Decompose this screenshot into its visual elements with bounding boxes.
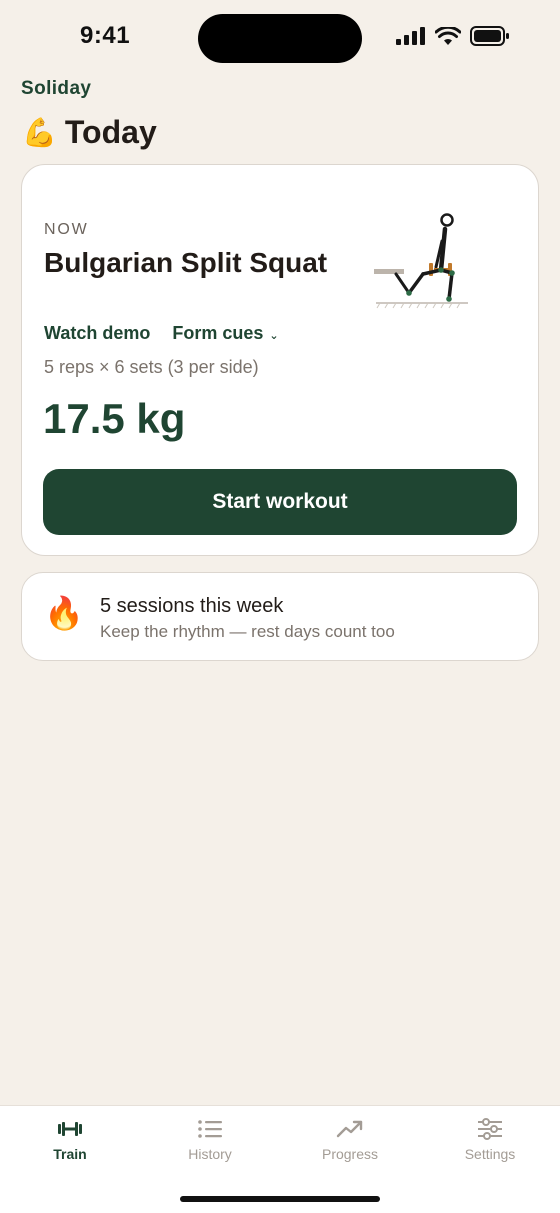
app-name: Soliday bbox=[21, 78, 92, 99]
status-icons bbox=[396, 26, 510, 46]
home-indicator[interactable] bbox=[180, 1196, 380, 1202]
screen: 9:41 Soliday 💪 Today NOW Bulgarian Split… bbox=[0, 0, 560, 1213]
watch-demo-link[interactable]: Watch demo bbox=[44, 323, 150, 344]
tab-history[interactable]: History bbox=[140, 1118, 280, 1178]
battery-icon bbox=[470, 26, 509, 46]
tab-train-label: Train bbox=[53, 1146, 87, 1162]
weight-value: 17.5 kg bbox=[43, 395, 186, 442]
dynamic-island bbox=[198, 14, 362, 63]
form-cues-label: Form cues bbox=[172, 323, 264, 343]
status-time: 9:41 bbox=[80, 22, 131, 49]
trend-up-icon bbox=[336, 1120, 363, 1138]
page-title-text: Today bbox=[64, 114, 157, 150]
tab-progress-label: Progress bbox=[321, 1146, 379, 1162]
weekly-streak-card: 🔥 5 sessions this week Keep the rhythm —… bbox=[21, 572, 539, 661]
flexed-biceps-icon: 💪 bbox=[22, 117, 57, 148]
tab-progress[interactable]: Progress bbox=[280, 1118, 420, 1178]
now-label: NOW bbox=[44, 221, 89, 238]
tab-history-label: History bbox=[188, 1146, 232, 1162]
current-exercise-card: NOW Bulgarian Split Squat Watch demo For… bbox=[21, 164, 539, 556]
list-icon bbox=[198, 1120, 222, 1138]
tab-train[interactable]: Train bbox=[0, 1118, 140, 1178]
exercise-links: Watch demo Form cues ⌄ bbox=[44, 323, 279, 344]
streak-title: 5 sessions this week bbox=[100, 595, 284, 617]
exercise-name: Bulgarian Split Squat bbox=[44, 247, 328, 278]
signal-icon bbox=[396, 27, 425, 45]
split-squat-illustration bbox=[374, 213, 468, 309]
dumbbell-icon bbox=[58, 1122, 82, 1136]
tab-settings[interactable]: Settings bbox=[420, 1118, 560, 1178]
start-workout-button[interactable]: Start workout bbox=[43, 469, 517, 535]
sliders-icon bbox=[478, 1118, 502, 1140]
wifi-icon bbox=[435, 26, 461, 45]
streak-subtitle: Keep the rhythm — rest days count too bbox=[100, 622, 395, 641]
fire-icon: 🔥 bbox=[44, 595, 84, 631]
reps-sets-text: 5 reps × 6 sets (3 per side) bbox=[44, 357, 259, 377]
tab-settings-label: Settings bbox=[464, 1146, 516, 1162]
page-title: 💪 Today bbox=[22, 114, 157, 151]
chevron-down-icon: ⌄ bbox=[269, 330, 279, 342]
form-cues-toggle[interactable]: Form cues ⌄ bbox=[172, 323, 278, 344]
